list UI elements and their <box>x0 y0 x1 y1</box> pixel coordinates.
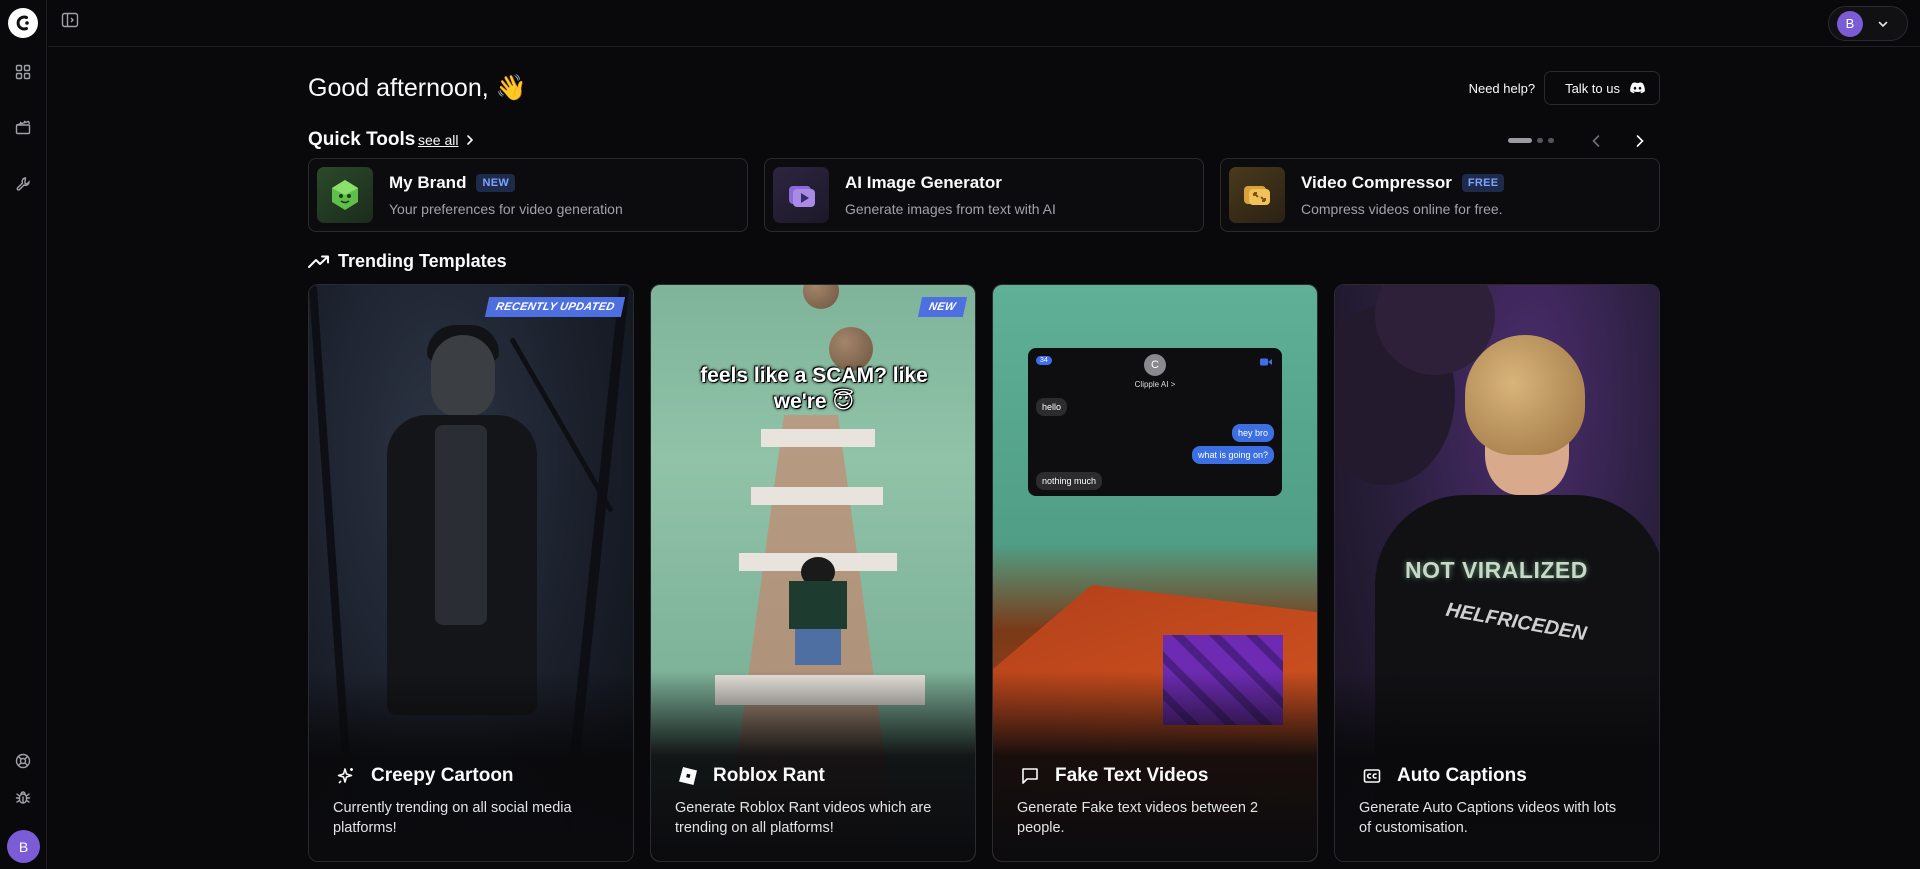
top-bar: B <box>48 0 1920 47</box>
tool-title: My Brand <box>389 173 467 192</box>
help-label: Need help? <box>1468 80 1536 96</box>
status-badge: NEW <box>476 174 516 192</box>
wrench-icon[interactable] <box>13 174 33 194</box>
tool-description: Generate images from text with AI <box>845 201 1056 217</box>
trending-templates-header: Trending Templates <box>308 251 507 272</box>
page-title: Good afternoon, 👋 <box>308 74 527 102</box>
tool-card-my-brand[interactable]: My Brand NEW Your preferences for video … <box>308 158 748 232</box>
user-menu[interactable]: B <box>1828 6 1908 41</box>
status-badge: RECENTLY UPDATED <box>484 297 626 317</box>
brand-gem-icon <box>317 167 373 223</box>
closed-captions-icon <box>1361 765 1383 787</box>
carousel-dots <box>1508 138 1554 143</box>
carousel-dot[interactable] <box>1537 138 1543 143</box>
template-title: Roblox Rant <box>713 765 825 786</box>
template-description: Generate Fake text videos between 2 peop… <box>1017 800 1259 836</box>
clapperboard-icon[interactable] <box>13 117 33 137</box>
tool-name-row: Video Compressor FREE <box>1301 173 1505 193</box>
sidebar: B <box>0 0 47 869</box>
template-description: Generate Roblox Rant videos which are tr… <box>675 800 932 836</box>
carousel-next-button[interactable] <box>1630 131 1650 151</box>
template-title-row: Roblox Rant <box>677 765 825 787</box>
tool-description: Your preferences for video generation <box>389 201 623 217</box>
trending-title: Trending Templates <box>338 251 507 271</box>
quick-tools-list: My Brand NEW Your preferences for video … <box>308 158 1660 232</box>
template-title-row: Auto Captions <box>1361 765 1527 787</box>
discord-icon <box>1630 82 1645 94</box>
template-card-creepy-cartoon[interactable]: RECENTLY UPDATED Creepy Cartoon Currentl… <box>308 284 634 862</box>
avatar[interactable]: B <box>7 830 40 863</box>
tool-name-row: My Brand NEW <box>389 173 516 193</box>
chat-bubble-incoming: hello <box>1036 398 1068 416</box>
template-title: Fake Text Videos <box>1055 765 1209 786</box>
app-logo[interactable] <box>8 8 38 38</box>
see-all-link[interactable]: see all <box>418 132 474 148</box>
template-card-roblox-rant[interactable]: feels like a SCAM? like we're 😇 NEW Robl… <box>650 284 976 862</box>
tool-description: Compress videos online for free. <box>1301 201 1503 217</box>
talk-button-label: Talk to us <box>1565 80 1620 96</box>
tool-card-ai-image-generator[interactable]: AI Image Generator Generate images from … <box>764 158 1204 232</box>
template-title: Creepy Cartoon <box>371 765 514 786</box>
see-all-label: see all <box>418 132 459 148</box>
chevron-left-icon <box>1592 135 1600 147</box>
carousel-dot[interactable] <box>1548 138 1554 143</box>
roblox-icon <box>677 765 699 787</box>
quick-tools-title: Quick Tools <box>308 129 416 150</box>
chevron-right-icon <box>467 135 474 145</box>
avatar: B <box>1837 10 1863 37</box>
video-call-icon <box>1260 358 1272 366</box>
tool-card-video-compressor[interactable]: Video Compressor FREE Compress videos on… <box>1220 158 1660 232</box>
carousel-prev-button[interactable] <box>1586 131 1606 151</box>
help-circle-icon[interactable] <box>13 751 33 771</box>
message-square-icon <box>1019 765 1041 787</box>
carousel-dot[interactable] <box>1508 138 1532 143</box>
unread-count-badge: 34 <box>1036 356 1052 365</box>
template-title-row: Creepy Cartoon <box>335 765 514 787</box>
template-description: Generate Auto Captions videos with lots … <box>1359 800 1617 836</box>
status-badge: FREE <box>1461 174 1505 192</box>
compressor-icon <box>1229 167 1285 223</box>
status-badge: NEW <box>918 297 968 317</box>
tool-title: Video Compressor <box>1301 173 1452 192</box>
avatar: C <box>1144 354 1166 376</box>
video-caption: feels like a SCAM? like we're 😇 <box>700 364 928 413</box>
template-card-fake-text-videos[interactable]: 34 C Clipple AI > hello hey bro what is … <box>992 284 1318 862</box>
chat-bubble-incoming: nothing much <box>1036 472 1103 490</box>
trending-up-icon <box>308 255 329 268</box>
chat-preview: 34 C Clipple AI > hello hey bro what is … <box>1028 348 1282 496</box>
tool-name-row: AI Image Generator <box>845 173 1002 193</box>
chat-bubble-outgoing: hey bro <box>1231 424 1274 442</box>
chevron-right-icon <box>1636 135 1644 147</box>
logo-icon <box>16 15 29 31</box>
contact-name: Clipple AI > <box>1134 380 1176 389</box>
sparkles-icon <box>335 765 357 787</box>
chat-bubble-outgoing: what is going on? <box>1191 446 1274 464</box>
tool-title: AI Image Generator <box>845 173 1002 192</box>
template-title: Auto Captions <box>1397 765 1527 786</box>
help-section: Need help? Talk to us <box>1469 71 1660 105</box>
template-card-auto-captions[interactable]: NOT VIRALIZED HELFRICEDEN Auto Captions … <box>1334 284 1660 862</box>
video-caption: NOT VIRALIZED <box>1405 557 1588 583</box>
chevron-down-icon <box>1878 21 1888 27</box>
template-title-row: Fake Text Videos <box>1019 765 1208 787</box>
template-description: Currently trending on all social media p… <box>333 800 572 836</box>
templates-grid: RECENTLY UPDATED Creepy Cartoon Currentl… <box>308 284 1660 862</box>
dashboard-icon[interactable] <box>13 62 33 82</box>
bug-icon[interactable] <box>13 787 33 807</box>
talk-to-us-button[interactable]: Talk to us <box>1544 71 1660 105</box>
image-generator-icon <box>773 167 829 223</box>
sidebar-toggle-icon[interactable] <box>61 11 79 29</box>
